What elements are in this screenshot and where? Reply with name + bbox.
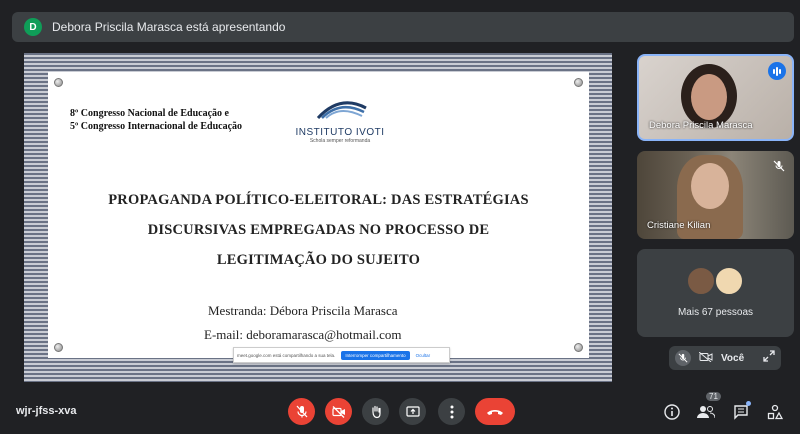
meeting-code: wjr-jfss-xva [16,405,77,417]
expand-icon[interactable] [763,349,775,367]
chat-notification-dot [746,401,751,406]
presentation-stage: 8º Congresso Nacional de Educação e 5º C… [24,53,612,382]
participant-face [691,74,727,120]
participant-name: Debora Priscila Marasca [649,120,753,131]
presenting-banner: D Debora Priscila Marasca está apresenta… [12,12,794,42]
screw-decoration [54,343,63,352]
activities-button[interactable] [765,402,785,422]
leave-call-button[interactable] [475,398,515,425]
self-label: Você [721,352,745,364]
mic-off-icon [772,159,786,173]
congress-line-1: 8º Congresso Nacional de Educação e [70,108,229,119]
slide-email: E-mail: deboramarasca@hotmail.com [204,327,402,342]
presenter-avatar: D [24,18,42,36]
raise-hand-icon [371,405,381,418]
chat-icon [734,405,748,420]
info-icon [664,404,680,420]
logo-name: INSTITUTO IVOTI [295,127,385,138]
more-people-avatars [686,266,744,296]
stop-sharing-button[interactable]: Interromper compartilhamento [341,350,410,360]
mic-off-icon [296,405,307,417]
leave-call-icon [487,409,503,415]
shared-slide: 8º Congresso Nacional de Educação e 5º C… [48,72,589,363]
more-people-tile[interactable]: Mais 67 pessoas [637,249,794,337]
participant-name: Cristiane Kilian [647,220,711,231]
participant-tile[interactable]: Cristiane Kilian [637,151,794,239]
raise-hand-button[interactable] [362,398,389,425]
screw-decoration [54,78,63,87]
slide-title-line-1: PROPAGANDA POLÍTICO-ELEITORAL: DAS ESTRA… [108,192,529,208]
people-button[interactable] [696,402,716,422]
share-notice-text: meet.google.com está compartilhando a su… [237,352,336,358]
more-options-icon [450,405,453,418]
slide-title: PROPAGANDA POLÍTICO-ELEITORAL: DAS ESTRA… [48,185,589,275]
people-icon [697,406,715,419]
more-options-button[interactable] [438,398,465,425]
avatar [714,266,744,296]
present-button[interactable] [399,398,426,425]
congress-heading: 8º Congresso Nacional de Educação e 5º C… [70,107,242,133]
screen-share-notice: meet.google.com está compartilhando a su… [233,347,450,363]
camera-off-icon [331,405,345,418]
more-people-label: Mais 67 pessoas [677,307,754,318]
speaking-indicator-icon [768,62,786,80]
institute-logo: INSTITUTO IVOTI Schola semper reformanda [292,96,388,156]
logo-arches-icon [316,101,367,120]
mic-toggle-button[interactable] [288,398,315,425]
people-count-badge: 71 [706,392,721,401]
logo-tagline: Schola semper reformanda [309,138,371,144]
camera-off-icon[interactable] [698,349,713,367]
participant-face [691,163,729,209]
screw-decoration [574,343,583,352]
avatar [686,266,716,296]
mic-off-icon[interactable] [675,350,691,366]
camera-toggle-button[interactable] [325,398,352,425]
presenting-text: Debora Priscila Marasca está apresentand… [52,20,286,34]
participant-tile[interactable]: Debora Priscila Marasca [637,54,794,141]
slide-author: Mestranda: Débora Priscila Marasca [208,303,398,318]
slide-title-line-2: DISCURSIVAS EMPREGADAS NO PROCESSO DE [147,222,490,238]
self-view-pill[interactable]: Você [669,346,781,370]
congress-line-2: 5º Congresso Internacional de Educação [70,121,243,132]
present-icon [405,405,420,417]
activities-icon [767,404,783,420]
meeting-info-button[interactable] [662,402,682,422]
slide-title-line-3: LEGITIMAÇÃO DO SUJEITO [216,252,421,268]
screw-decoration [574,78,583,87]
hide-notice-button[interactable]: Ocultar [416,353,431,358]
